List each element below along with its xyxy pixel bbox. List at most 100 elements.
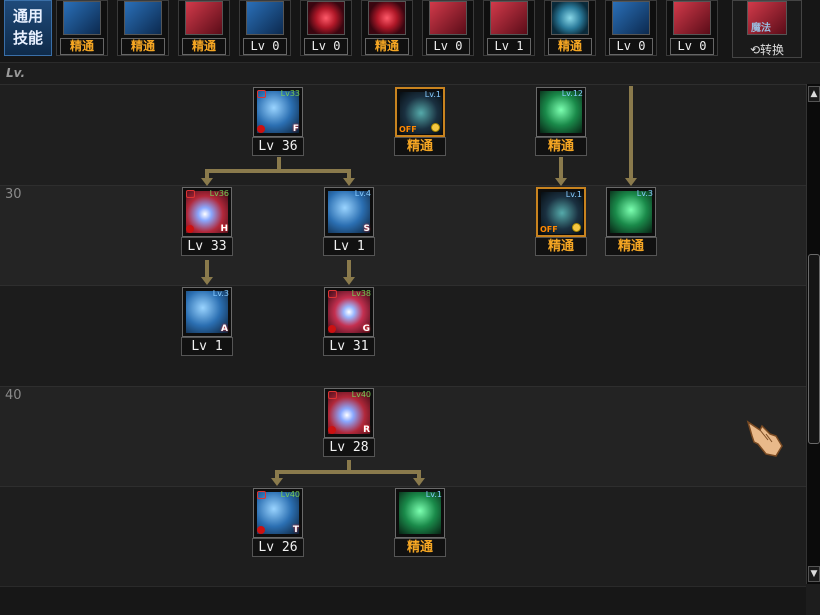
skill-level-label: Lv 31 — [323, 337, 375, 356]
skill-hotkey: R — [363, 425, 370, 435]
skill-category-level: 精通 — [182, 38, 226, 55]
skill-icon[interactable]: Lv38 G — [324, 287, 374, 337]
skill-node[interactable]: Lv.1 精通 — [394, 488, 446, 558]
skill-node[interactable]: Lv36 H Lv 33 — [181, 187, 233, 257]
skill-icon[interactable]: Lv.12 — [536, 87, 586, 137]
skill-node[interactable]: Lv.3 精通 — [605, 187, 657, 257]
skill-icon[interactable]: Lv36 H — [182, 187, 232, 237]
skill-category-level: Lv 1 — [487, 38, 531, 55]
skill-icon[interactable]: Lv40 R — [324, 388, 374, 438]
skill-hotkey: S — [363, 224, 370, 234]
scroll-thumb[interactable] — [808, 254, 820, 444]
skill-level-label: 精通 — [394, 538, 446, 557]
skill-category-slot[interactable]: 精通 — [544, 0, 596, 56]
skill-icon[interactable]: Lv40 T — [253, 488, 303, 538]
connector-arrow — [201, 178, 213, 186]
connector-arrow — [271, 478, 283, 486]
skill-hotkey: T — [292, 525, 299, 535]
connector — [205, 169, 351, 173]
skill-category-bar: 通用 技能 精通 精通 精通 Lv 0 Lv 0 精通 Lv 0 Lv 1 精通 Lv 0 Lv 0… — [0, 0, 820, 63]
skill-node[interactable]: Lv.4 S Lv 1 — [323, 187, 375, 257]
level-column-header: Lv. — [6, 66, 26, 80]
skill-node[interactable]: Lv.1 OFF 精通 — [394, 87, 446, 157]
skill-icon[interactable]: Lv.3 — [606, 187, 656, 237]
target-red-icon — [307, 1, 345, 35]
skill-icon[interactable]: Lv33 F — [253, 87, 303, 137]
magic-label: 魔法 — [751, 23, 771, 34]
skill-icon[interactable]: Lv.1 OFF — [395, 87, 445, 137]
tree-row-3 — [0, 285, 806, 386]
skill-node[interactable]: Lv40 T Lv 26 — [252, 488, 304, 558]
bottom-panel — [0, 586, 806, 615]
skill-node[interactable]: Lv.1 OFF 精通 — [535, 187, 587, 257]
skill-level-label: Lv 1 — [323, 237, 375, 256]
skill-node[interactable]: Lv.12 精通 — [535, 87, 587, 157]
warning-icon — [257, 125, 265, 133]
skill-icon[interactable]: Lv.1 — [395, 488, 445, 538]
warning-icon — [257, 526, 265, 534]
skill-hotkey: H — [220, 224, 228, 234]
skill-category-slot[interactable]: Lv 0 — [422, 0, 474, 56]
skill-category-slot[interactable]: Lv 0 — [605, 0, 657, 56]
skill-required-level: Lv.4 — [354, 189, 371, 198]
lock-icon — [328, 391, 337, 399]
clock-icon — [572, 223, 581, 232]
skill-icon[interactable]: Lv.3 A — [182, 287, 232, 337]
warning-icon — [328, 325, 336, 333]
skill-node[interactable]: Lv33 F Lv 36 — [252, 87, 304, 157]
toggle-off-label: OFF — [399, 125, 417, 134]
demon-red-icon — [429, 1, 467, 35]
skill-category-level: 精通 — [365, 38, 409, 55]
skill-category-slot[interactable]: 精通 — [117, 0, 169, 56]
switch-label: ⟲转换 — [749, 43, 785, 57]
skill-icon[interactable]: Lv.1 OFF — [536, 187, 586, 237]
skill-level-label: Lv 33 — [181, 237, 233, 256]
skill-required-level: Lv.1 — [565, 190, 582, 199]
skill-node[interactable]: Lv.3 A Lv 1 — [181, 287, 233, 357]
skill-hotkey: G — [362, 324, 370, 334]
connector-arrow — [201, 277, 213, 285]
skill-node[interactable]: Lv40 R Lv 28 — [323, 388, 375, 458]
skill-category-level: Lv 0 — [243, 38, 287, 55]
general-skills-tab[interactable]: 通用 技能 — [4, 0, 52, 56]
eye-teal-icon — [551, 1, 589, 35]
skill-tree-scrollbar[interactable]: ▲ ▼ — [806, 84, 820, 584]
connector — [205, 260, 209, 278]
skill-category-slot[interactable]: Lv 1 — [483, 0, 535, 56]
skill-category-level: 精通 — [548, 38, 592, 55]
athlete-blue-icon — [63, 1, 101, 35]
scroll-up-button[interactable]: ▲ — [808, 86, 820, 102]
skill-category-slot[interactable]: Lv 0 — [239, 0, 291, 56]
skill-category-level: 精通 — [60, 38, 104, 55]
skill-level-label: 精通 — [535, 137, 587, 156]
scroll-down-button[interactable]: ▼ — [808, 566, 820, 582]
armor-blue-icon — [612, 1, 650, 35]
tree-row-2 — [0, 185, 806, 286]
connector — [559, 157, 563, 179]
skill-level-label: Lv 26 — [252, 538, 304, 557]
skill-required-level: Lv33 — [280, 89, 300, 98]
skill-category-slot[interactable]: 精通 — [56, 0, 108, 56]
skill-category-slot[interactable]: 精通 — [361, 0, 413, 56]
connector — [347, 260, 351, 278]
target-red-icon — [368, 1, 406, 35]
lock-icon — [257, 90, 266, 98]
switch-skill-tab[interactable]: 魔法 ⟲转换 — [732, 0, 802, 58]
connector — [629, 86, 633, 179]
general-skills-tab-label: 通用 技能 — [12, 7, 43, 47]
skill-category-slot[interactable]: 精通 — [178, 0, 230, 56]
skill-icon[interactable]: Lv.4 S — [324, 187, 374, 237]
skill-required-level: Lv.1 — [424, 90, 441, 99]
skill-level-label: 精通 — [394, 137, 446, 156]
row-level-30: 30 — [5, 187, 22, 202]
connector-arrow — [555, 178, 567, 186]
skill-category-level: Lv 0 — [304, 38, 348, 55]
skill-category-slot[interactable]: Lv 0 — [300, 0, 352, 56]
lock-icon — [186, 190, 195, 198]
skill-category-slot[interactable]: Lv 0 — [666, 0, 718, 56]
skill-node[interactable]: Lv38 G Lv 31 — [323, 287, 375, 357]
wings-blue-icon — [246, 1, 284, 35]
skill-required-level: Lv.12 — [561, 89, 583, 98]
connector — [275, 470, 421, 474]
skill-category-level: Lv 0 — [670, 38, 714, 55]
